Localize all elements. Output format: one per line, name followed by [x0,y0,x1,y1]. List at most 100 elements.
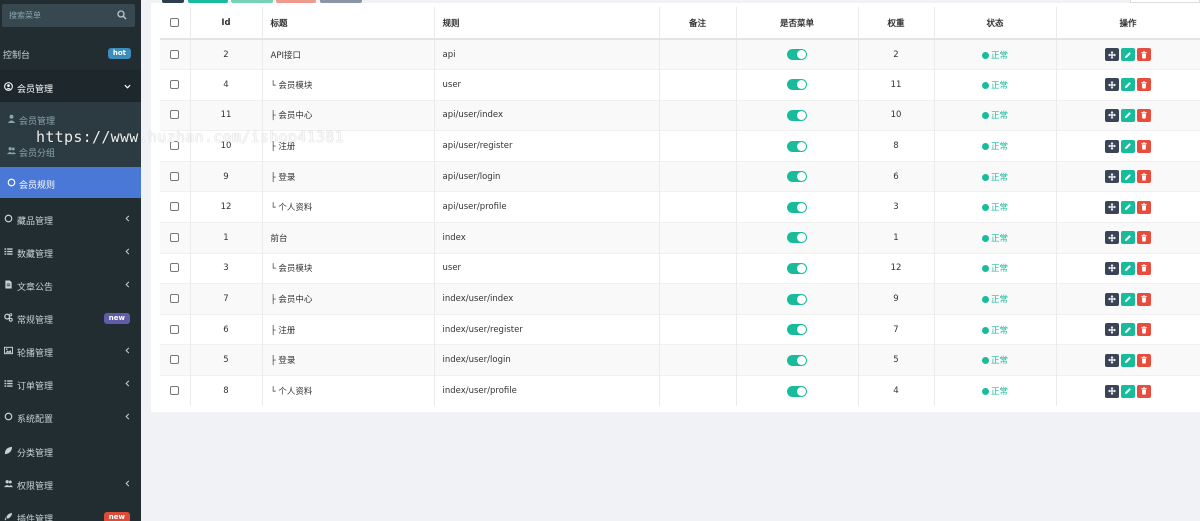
sidebar-item-collection[interactable]: 藏品管理 [0,202,141,235]
table-row[interactable]: 2 API接口 api 2 正常 [160,38,1200,70]
row-select-cell[interactable] [160,252,191,284]
delete-button[interactable] [1137,353,1151,367]
delete-button[interactable] [1137,139,1151,153]
ismenu-toggle[interactable] [787,293,807,305]
table-row[interactable]: 3 └ 会员模块 user 12 正常 [160,252,1200,284]
edit-button[interactable] [1121,78,1135,92]
table-row[interactable]: 6 ├ 注册 index/user/register 7 正常 [160,313,1200,345]
ismenu-toggle[interactable] [787,354,807,366]
drag-sort-button[interactable] [1105,48,1119,62]
delete-button[interactable] [1137,170,1151,184]
sidebar-item-category[interactable]: 分类管理 [0,434,141,467]
sidebar-item-general[interactable]: 常规管理 new [0,301,141,334]
sidebar-search-input[interactable]: 搜索菜单 [2,4,135,27]
ismenu-toggle[interactable] [787,232,807,244]
edit-button[interactable] [1121,200,1135,214]
header-weigh[interactable]: 权重 [858,7,935,40]
sidebar-item-member[interactable]: 会员管理 [0,70,141,103]
row-select-cell[interactable] [160,313,191,345]
edit-button[interactable] [1121,170,1135,184]
search-icon[interactable] [117,10,127,20]
select-all-checkbox[interactable] [170,17,180,27]
table-row[interactable]: 1 前台 index 1 正常 [160,222,1200,254]
edit-button[interactable] [1121,384,1135,398]
table-row[interactable]: 8 └ 个人资料 index/user/profile 4 正常 [160,375,1200,407]
ismenu-toggle[interactable] [787,324,807,336]
drag-sort-button[interactable] [1105,261,1119,275]
edit-button[interactable] [1121,261,1135,275]
row-select-cell[interactable] [160,191,191,223]
drag-sort-button[interactable] [1105,353,1119,367]
edit-button[interactable] [1121,108,1135,122]
drag-sort-button[interactable] [1105,323,1119,337]
sidebar-item-dashboard[interactable]: 控制台 hot [0,36,141,69]
table-row[interactable]: 5 ├ 登录 index/user/login 5 正常 [160,344,1200,376]
delete-button[interactable] [1137,48,1151,62]
delete-button[interactable] [1137,200,1151,214]
table-row[interactable]: 4 └ 会员模块 user 11 正常 [160,69,1200,101]
delete-button[interactable] [1137,384,1151,398]
row-checkbox[interactable] [170,263,180,273]
ismenu-toggle[interactable] [787,79,807,91]
ismenu-toggle[interactable] [787,140,807,152]
edit-button[interactable] [1121,231,1135,245]
row-select-cell[interactable] [160,69,191,101]
row-select-cell[interactable] [160,344,191,376]
drag-sort-button[interactable] [1105,292,1119,306]
row-checkbox[interactable] [170,202,180,212]
table-row[interactable]: 9 ├ 登录 api/user/login 6 正常 [160,160,1200,192]
header-id[interactable]: Id [190,7,263,40]
row-checkbox[interactable] [170,171,180,181]
ismenu-toggle[interactable] [787,49,807,61]
drag-sort-button[interactable] [1105,139,1119,153]
sidebar-item-plugins[interactable]: 插件管理 new [0,500,141,521]
row-select-cell[interactable] [160,38,191,70]
sidebar-item-permission[interactable]: 权限管理 [0,467,141,500]
drag-sort-button[interactable] [1105,170,1119,184]
table-row[interactable]: 7 ├ 会员中心 index/user/index 9 正常 [160,283,1200,315]
row-checkbox[interactable] [170,110,180,120]
edit-button[interactable] [1121,292,1135,306]
table-row[interactable]: 11 ├ 会员中心 api/user/index 10 正常 [160,99,1200,131]
sidebar-item-digital[interactable]: 数藏管理 [0,235,141,268]
delete-button[interactable] [1137,231,1151,245]
delete-button[interactable] [1137,108,1151,122]
ismenu-toggle[interactable] [787,385,807,397]
edit-button[interactable] [1121,323,1135,337]
row-checkbox[interactable] [170,79,180,89]
drag-sort-button[interactable] [1105,384,1119,398]
drag-sort-button[interactable] [1105,78,1119,92]
ismenu-toggle[interactable] [787,171,807,183]
row-checkbox[interactable] [170,355,180,365]
delete-button[interactable] [1137,323,1151,337]
row-checkbox[interactable] [170,232,180,242]
row-select-cell[interactable] [160,160,191,192]
row-checkbox[interactable] [170,294,180,304]
delete-button[interactable] [1137,261,1151,275]
edit-button[interactable] [1121,48,1135,62]
row-checkbox[interactable] [170,49,180,59]
row-checkbox[interactable] [170,386,180,396]
table-row[interactable]: 12 └ 个人资料 api/user/profile 3 正常 [160,191,1200,223]
drag-sort-button[interactable] [1105,200,1119,214]
row-select-cell[interactable] [160,375,191,407]
ismenu-toggle[interactable] [787,109,807,121]
row-select-cell[interactable] [160,99,191,131]
ismenu-toggle[interactable] [787,262,807,274]
sidebar-item-articles[interactable]: 文章公告 [0,268,141,301]
edit-button[interactable] [1121,139,1135,153]
sidebar-item-orders[interactable]: 订单管理 [0,367,141,400]
sidebar-item-carousel[interactable]: 轮播管理 [0,334,141,367]
row-select-cell[interactable] [160,222,191,254]
select-all-cell[interactable] [160,7,191,40]
row-select-cell[interactable] [160,283,191,315]
delete-button[interactable] [1137,292,1151,306]
ismenu-toggle[interactable] [787,201,807,213]
row-checkbox[interactable] [170,324,180,334]
sidebar-subitem-member-rule[interactable]: 会员规则 [0,167,141,198]
delete-button[interactable] [1137,78,1151,92]
edit-button[interactable] [1121,353,1135,367]
sidebar-item-system-config[interactable]: 系统配置 [0,400,141,433]
drag-sort-button[interactable] [1105,231,1119,245]
drag-sort-button[interactable] [1105,108,1119,122]
